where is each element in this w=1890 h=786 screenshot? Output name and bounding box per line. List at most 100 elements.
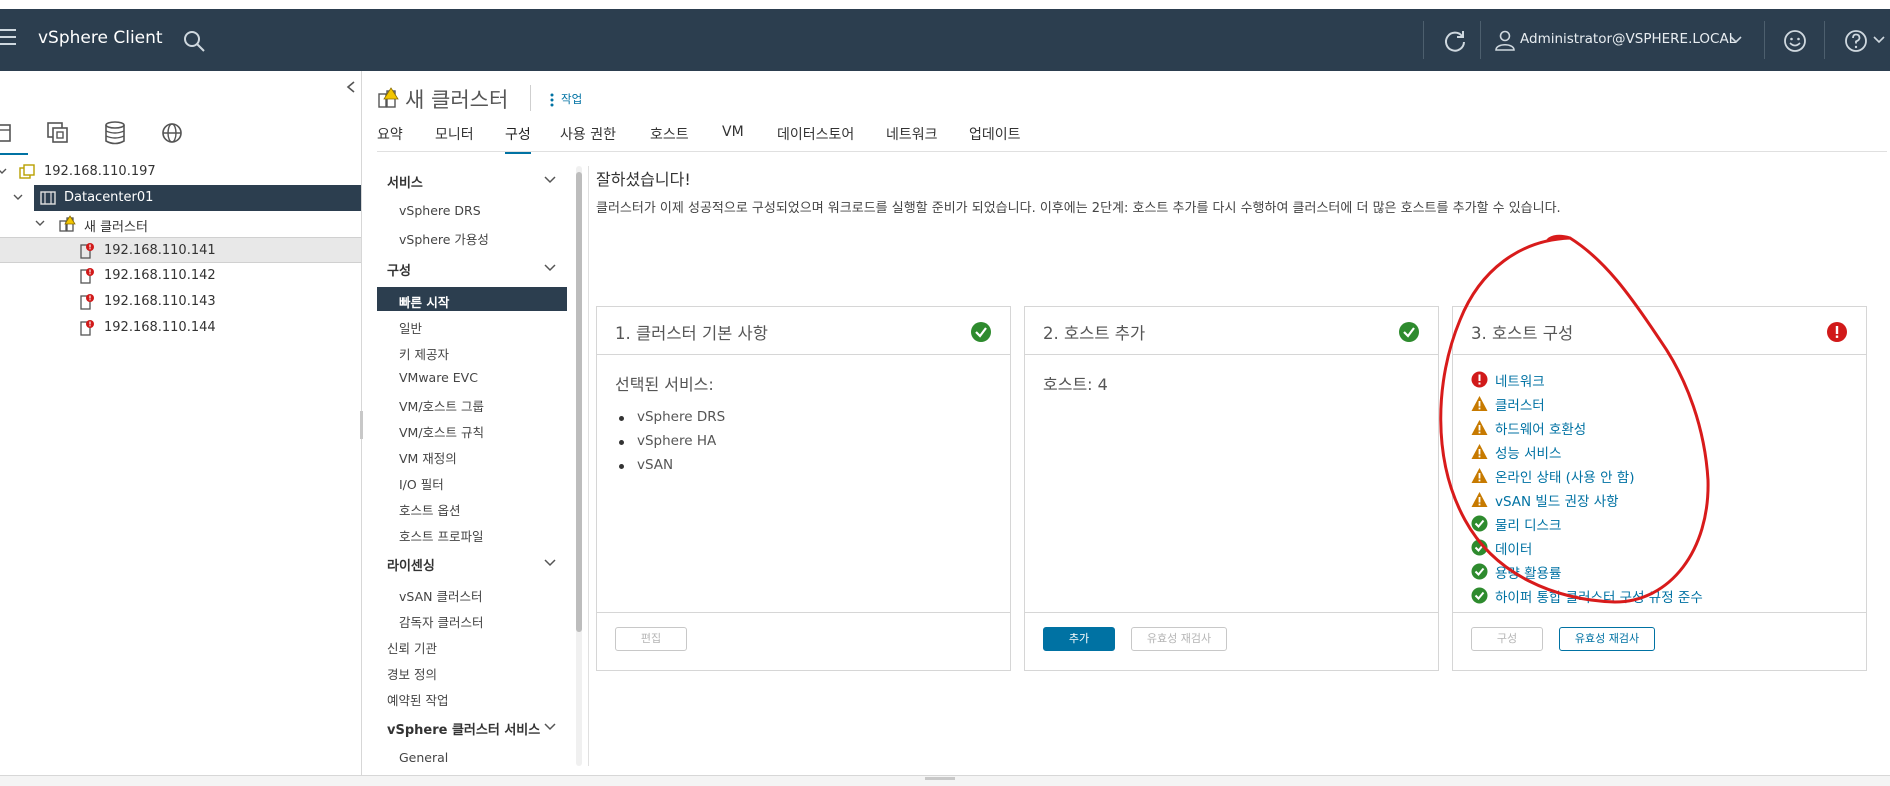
app-title[interactable]: vSphere Client: [38, 28, 163, 48]
chevron-down-icon[interactable]: [1729, 33, 1743, 47]
section-services[interactable]: 서비스: [377, 168, 567, 192]
tab-updates[interactable]: 업데이트: [969, 124, 1021, 151]
menu-item-vsan-cluster[interactable]: vSAN 클러스터: [377, 581, 567, 605]
check-link[interactable]: 하드웨어 호환성: [1495, 418, 1586, 438]
check-performance-service[interactable]: 성능 서비스: [1471, 440, 1751, 464]
tree-node-label: 192.168.110.141: [104, 243, 216, 258]
menu-item-label: 빠른 시작: [399, 295, 450, 310]
tab-hosts[interactable]: 호스트: [650, 124, 689, 151]
bottom-panel-handle[interactable]: [925, 777, 955, 780]
menu-item-vmware-evc[interactable]: VMware EVC: [377, 365, 567, 389]
chevron-down-icon[interactable]: [34, 217, 46, 229]
help-icon[interactable]: [1843, 28, 1869, 54]
tree-node-host[interactable]: 192.168.110.144: [0, 315, 361, 341]
menu-item-vm-overrides[interactable]: VM 재정의: [377, 443, 567, 467]
menu-item-supervisor-cluster[interactable]: 감독자 클러스터: [377, 607, 567, 631]
search-icon[interactable]: [182, 29, 206, 53]
menu-item-host-options[interactable]: 호스트 옵션: [377, 495, 567, 519]
chevron-down-icon[interactable]: [543, 721, 557, 733]
check-hardware-compat[interactable]: 하드웨어 호환성: [1471, 416, 1751, 440]
menu-item-label: 키 제공자: [399, 347, 449, 362]
menu-icon[interactable]: [0, 29, 18, 47]
menu-item-scheduled-tasks[interactable]: 예약된 작업: [377, 685, 567, 709]
check-link[interactable]: 데이터: [1495, 538, 1532, 558]
actions-menu[interactable]: 작업: [561, 91, 582, 107]
scrollbar-thumb[interactable]: [576, 172, 582, 632]
revalidate-button[interactable]: 유효성 재검사: [1131, 627, 1227, 651]
check-online-health[interactable]: 온라인 상태 (사용 안 함): [1471, 464, 1751, 488]
card-footer: 추가 유효성 재검사: [1025, 612, 1438, 672]
user-menu[interactable]: Administrator@VSPHERE.LOCAL: [1520, 31, 1736, 47]
tree-node-host[interactable]: 192.168.110.143: [0, 289, 361, 315]
chevron-down-icon[interactable]: [543, 557, 557, 569]
check-link[interactable]: vSAN 빌드 권장 사항: [1495, 490, 1619, 510]
tree-node-cluster[interactable]: 새 클러스터: [0, 211, 361, 237]
menu-item-general-services[interactable]: General: [377, 745, 567, 769]
tree-node-host[interactable]: 192.168.110.142: [0, 263, 361, 289]
menu-item-io-filters[interactable]: I/O 필터: [377, 469, 567, 493]
menu-item-quickstart[interactable]: 빠른 시작: [377, 287, 567, 311]
menu-item-host-profile[interactable]: 호스트 프로파일: [377, 521, 567, 545]
header-separator: [1764, 21, 1765, 59]
section-cluster-services[interactable]: vSphere 클러스터 서비스: [377, 715, 567, 739]
check-link[interactable]: 클러스터: [1495, 394, 1545, 414]
more-vertical-icon[interactable]: [550, 93, 554, 107]
check-capacity[interactable]: 용량 활용률: [1471, 560, 1751, 584]
menu-item-vsphere-availability[interactable]: vSphere 가용성: [377, 224, 567, 248]
tab-configure[interactable]: 구성: [505, 124, 531, 154]
tree-node-host[interactable]: 192.168.110.141: [0, 237, 361, 263]
card-body: 네트워크 클러스터 하드웨어 호환성 성능 서비스 온라인 상태 (사용 안 함…: [1453, 356, 1866, 611]
tab-networks[interactable]: 네트워크: [886, 124, 938, 151]
tab-datastores[interactable]: 데이터스토어: [777, 124, 854, 151]
check-physical-disk[interactable]: 물리 디스크: [1471, 512, 1751, 536]
user-icon[interactable]: [1494, 29, 1516, 51]
menu-item-vm-host-groups[interactable]: VM/호스트 그룹: [377, 391, 567, 415]
feedback-smile-icon[interactable]: [1782, 28, 1808, 54]
menu-item-vsphere-drs[interactable]: vSphere DRS: [377, 198, 567, 222]
menu-item-alarm-definitions[interactable]: 경보 정의: [377, 659, 567, 683]
tree-node-datacenter[interactable]: Datacenter01: [13, 185, 361, 211]
menu-item-trust-authority[interactable]: 신뢰 기관: [377, 633, 567, 657]
tree-node-label: 192.168.110.197: [44, 164, 156, 179]
section-licensing[interactable]: 라이센싱: [377, 551, 567, 575]
vms-templates-view-icon[interactable]: [44, 119, 72, 147]
configure-button[interactable]: 구성: [1471, 627, 1543, 651]
collapse-panel-icon[interactable]: [344, 79, 358, 95]
check-hci-compliance[interactable]: 하이퍼 통합 클러스터 구성 규정 준수: [1471, 584, 1751, 608]
chevron-down-icon[interactable]: [12, 191, 24, 203]
check-vsan-build[interactable]: vSAN 빌드 권장 사항: [1471, 488, 1751, 512]
hosts-clusters-view-icon[interactable]: [0, 119, 22, 147]
settings-menu-scrollbar[interactable]: [574, 166, 584, 766]
list-item: vSphere DRS: [618, 409, 725, 433]
tab-monitor[interactable]: 모니터: [435, 124, 474, 151]
add-button[interactable]: 추가: [1043, 627, 1115, 651]
chevron-down-icon[interactable]: [543, 174, 557, 186]
menu-item-vm-host-rules[interactable]: VM/호스트 규칙: [377, 417, 567, 441]
check-data[interactable]: 데이터: [1471, 536, 1751, 560]
check-link[interactable]: 성능 서비스: [1495, 442, 1561, 462]
cluster-warning-icon: [378, 87, 399, 108]
edit-button[interactable]: 편집: [615, 627, 687, 651]
tab-permissions[interactable]: 사용 권한: [560, 124, 616, 151]
refresh-icon[interactable]: [1442, 28, 1468, 54]
check-cluster[interactable]: 클러스터: [1471, 392, 1751, 416]
check-link[interactable]: 온라인 상태 (사용 안 함): [1495, 466, 1634, 486]
revalidate-button[interactable]: 유효성 재검사: [1559, 627, 1655, 651]
tree-node-vcenter[interactable]: 192.168.110.197: [0, 159, 361, 185]
check-link[interactable]: 네트워크: [1495, 370, 1545, 390]
check-network[interactable]: 네트워크: [1471, 368, 1751, 392]
check-link[interactable]: 용량 활용률: [1495, 562, 1561, 582]
tab-summary[interactable]: 요약: [377, 124, 403, 151]
chevron-down-icon[interactable]: [0, 165, 8, 177]
check-link[interactable]: 물리 디스크: [1495, 514, 1561, 534]
menu-item-general[interactable]: 일반: [377, 313, 567, 337]
section-configure[interactable]: 구성: [377, 256, 567, 280]
tab-vms[interactable]: VM: [722, 124, 744, 147]
networking-view-icon[interactable]: [158, 119, 186, 147]
storage-view-icon[interactable]: [101, 119, 129, 147]
menu-item-key-provider[interactable]: 키 제공자: [377, 339, 567, 363]
chevron-down-icon[interactable]: [543, 262, 557, 274]
check-link[interactable]: 하이퍼 통합 클러스터 구성 규정 준수: [1495, 586, 1703, 606]
card-header: 1. 클러스터 기본 사항: [597, 307, 1010, 355]
chevron-down-icon[interactable]: [1872, 33, 1886, 47]
